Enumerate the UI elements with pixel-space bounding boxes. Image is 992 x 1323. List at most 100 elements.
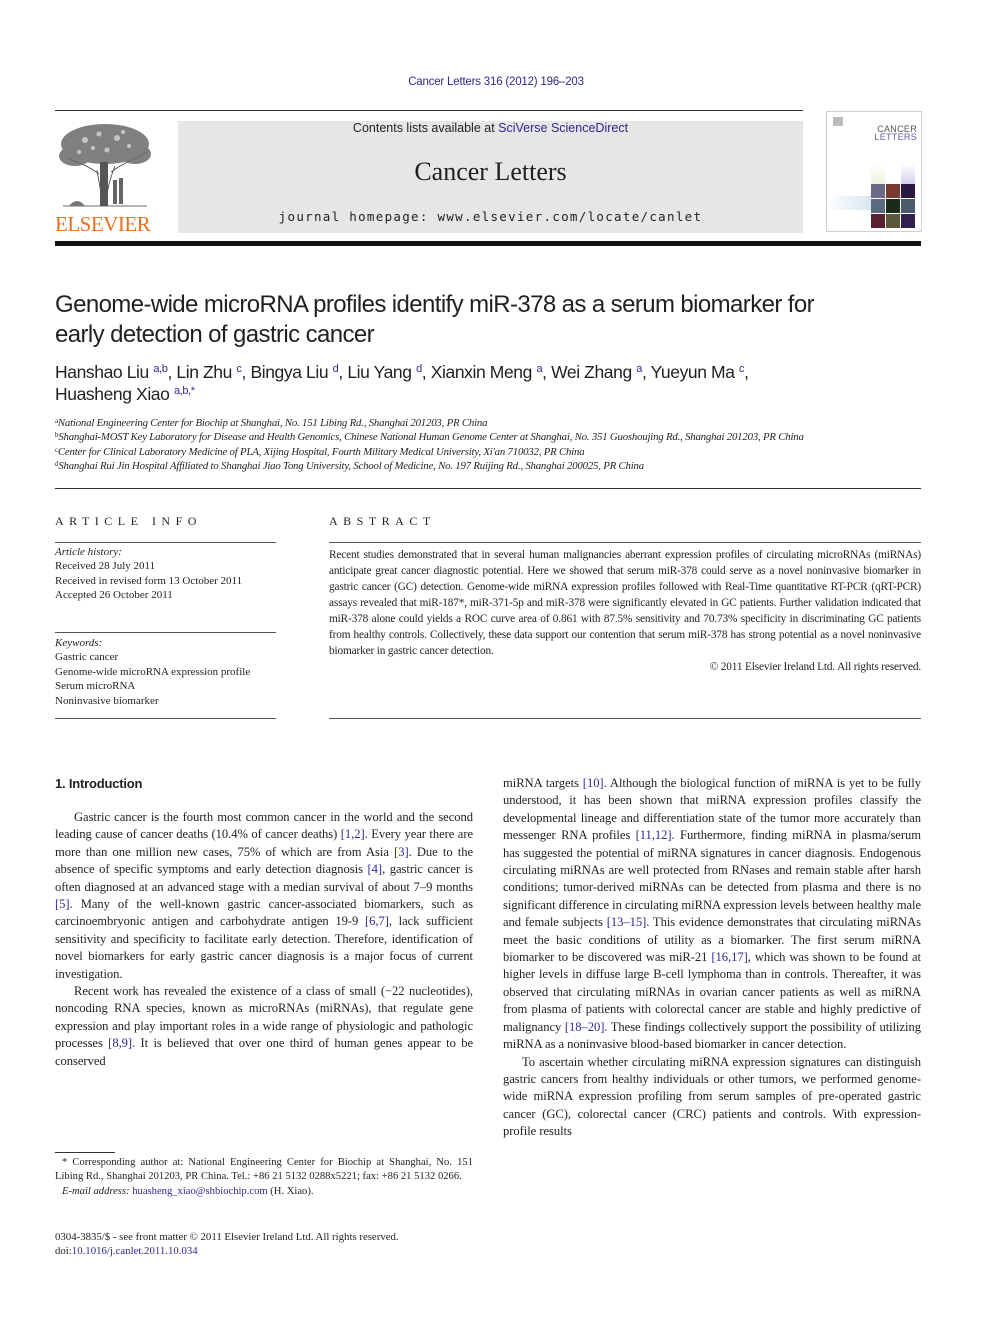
citation-link[interactable]: [6,7]: [365, 914, 389, 928]
history-entry: Received in revised form 13 October 2011: [55, 574, 243, 587]
paragraph: miRNA targets [10]. Although the biologi…: [503, 775, 921, 1054]
article-info-rule: [55, 718, 276, 719]
contents-availability: Contents lists available at SciVerse Sci…: [178, 121, 803, 135]
abstract-copyright: © 2011 Elsevier Ireland Ltd. All rights …: [709, 661, 921, 673]
sciencedirect-link[interactable]: SciVerse ScienceDirect: [498, 121, 628, 135]
doi-label: doi:: [55, 1245, 72, 1258]
abstract-text: Recent studies demonstrated that in seve…: [329, 549, 921, 657]
author: Lin Zhu c,: [176, 362, 250, 382]
corresponding-author-footnote: * Corresponding author at: National Engi…: [55, 1156, 473, 1199]
paragraph-text: miRNA targets: [503, 776, 583, 790]
author-list: Hanshao Liu a,b, Lin Zhu c, Bingya Liu d…: [55, 362, 925, 405]
author-name: Wei Zhang: [551, 362, 632, 382]
author: Bingya Liu d,: [250, 362, 347, 382]
citation-link[interactable]: [10]: [583, 776, 604, 790]
abstract-rule: [329, 718, 921, 719]
citation-link[interactable]: [8,9]: [108, 1036, 132, 1050]
citation-link[interactable]: [1,2]: [341, 827, 365, 841]
author-separator: ,: [542, 362, 552, 382]
keyword: Gastric cancer: [55, 651, 119, 664]
corresponding-author-text: * Corresponding author at: National Engi…: [55, 1157, 473, 1183]
title-line-1: Genome-wide microRNA profiles identify m…: [55, 291, 815, 318]
author-name: Lin Zhu: [176, 362, 232, 382]
author: Xianxin Meng a,: [431, 362, 551, 382]
keyword: Genome-wide microRNA expression profile: [55, 665, 251, 678]
cover-tile: [886, 199, 900, 213]
journal-cover-thumbnail[interactable]: CANCER LETTERS: [826, 111, 922, 232]
paragraph-text: To ascertain whether circulating miRNA e…: [503, 1054, 921, 1139]
cover-tile: [886, 184, 900, 198]
author-name: Yueyun Ma: [650, 362, 735, 382]
elsevier-logo[interactable]: ELSEVIER: [55, 122, 155, 236]
affiliation: aNational Engineering Center for Biochip…: [55, 416, 935, 430]
cover-tile: [886, 214, 900, 228]
affiliation-marker[interactable]: a,b,*: [174, 385, 195, 397]
contents-prefix: Contents lists available at: [352, 121, 499, 135]
paragraph: Recent work has revealed the existence o…: [55, 983, 473, 1070]
citation-link[interactable]: [11,12]: [636, 828, 672, 842]
history-entry: Accepted 26 October 2011: [55, 589, 173, 602]
elsevier-tree-icon: [59, 124, 151, 207]
cover-tile: [901, 164, 915, 184]
affiliation-text: National Engineering Center for Biochip …: [57, 417, 488, 429]
doi-link[interactable]: 10.1016/j.canlet.2011.10.034: [72, 1245, 198, 1257]
author-separator: ,: [642, 362, 651, 382]
cover-tile: [901, 184, 915, 198]
citation-link[interactable]: [13–15]: [607, 915, 647, 929]
journal-name: Cancer Letters: [414, 157, 567, 186]
affiliation-text: Shanghai Rui Jin Hospital Affiliated to …: [58, 460, 644, 473]
article-history: Article history: Received 28 July 2011 R…: [55, 545, 277, 603]
journal-banner: Contents lists available at SciVerse Sci…: [178, 121, 803, 233]
cover-tile: [901, 199, 915, 213]
author-separator: ,: [338, 362, 348, 382]
affiliation-marker[interactable]: a,b: [153, 363, 167, 375]
email-link[interactable]: huasheng_xiao@shbiochip.com: [132, 1186, 267, 1197]
article-info-rule: [55, 542, 276, 543]
author: Liu Yang d,: [347, 362, 430, 382]
author-name: Hanshao Liu: [55, 362, 149, 382]
journal-homepage-link[interactable]: journal homepage: www.elsevier.com/locat…: [178, 209, 803, 224]
body-column-left: 1. Introduction Gastric cancer is the fo…: [55, 775, 473, 1070]
article-info-rule: [55, 632, 276, 633]
cover-tile: [871, 164, 885, 184]
citation-link[interactable]: [5]: [55, 897, 70, 911]
cover-publisher-icon: [833, 117, 843, 126]
author: Wei Zhang a,: [551, 362, 651, 382]
journal-citation-link[interactable]: Cancer Letters 316 (2012) 196–203: [0, 76, 992, 88]
paragraph: Gastric cancer is the fourth most common…: [55, 809, 473, 983]
email-suffix: (H. Xiao).: [267, 1185, 314, 1197]
cover-tile: [871, 184, 885, 198]
citation-link[interactable]: [18–20]: [565, 1020, 605, 1034]
section-rule: [55, 488, 921, 489]
cover-title-line2: LETTERS: [874, 132, 917, 142]
affiliation-list: aNational Engineering Center for Biochip…: [55, 416, 935, 474]
author: Hanshao Liu a,b,: [55, 362, 176, 382]
email-line: E-mail address: huasheng_xiao@shbiochip.…: [55, 1185, 473, 1199]
paragraph: To ascertain whether circulating miRNA e…: [503, 1054, 921, 1141]
history-entry: Received 28 July 2011: [55, 560, 156, 573]
cover-tile: [827, 196, 871, 210]
cover-tile: [901, 214, 915, 228]
author-separator: ,: [744, 362, 749, 382]
abstract-heading: ABSTRACT: [329, 514, 436, 528]
citation-link[interactable]: [4]: [368, 862, 383, 876]
keyword: Noninvasive biomarker: [55, 694, 159, 707]
title-line-2: early detection of gastric cancer: [55, 321, 375, 348]
doi-line: doi:10.1016/j.canlet.2011.10.034: [55, 1244, 495, 1258]
footnote-rule: [55, 1152, 115, 1153]
keyword: Serum microRNA: [55, 680, 136, 693]
abstract-rule: [329, 542, 921, 543]
front-matter: 0304-3835/$ - see front matter © 2011 El…: [55, 1230, 495, 1259]
header-rule: [55, 110, 803, 111]
affiliation-text: Shanghai-MOST Key Laboratory for Disease…: [58, 431, 804, 444]
keywords: Keywords: Gastric cancer Genome-wide mic…: [55, 636, 277, 708]
affiliation-text: Center for Clinical Laboratory Medicine …: [57, 445, 585, 458]
citation-link[interactable]: [16,17]: [711, 950, 747, 964]
affiliation: bShanghai-MOST Key Laboratory for Diseas…: [55, 430, 935, 444]
issn-line: 0304-3835/$ - see front matter © 2011 El…: [55, 1231, 399, 1243]
author: Huasheng Xiao a,b,*: [55, 384, 195, 404]
header-thick-rule: [55, 241, 921, 246]
publisher-wordmark: ELSEVIER: [55, 212, 151, 236]
keywords-label: Keywords:: [55, 637, 103, 649]
citation-link[interactable]: [3]: [394, 845, 409, 859]
